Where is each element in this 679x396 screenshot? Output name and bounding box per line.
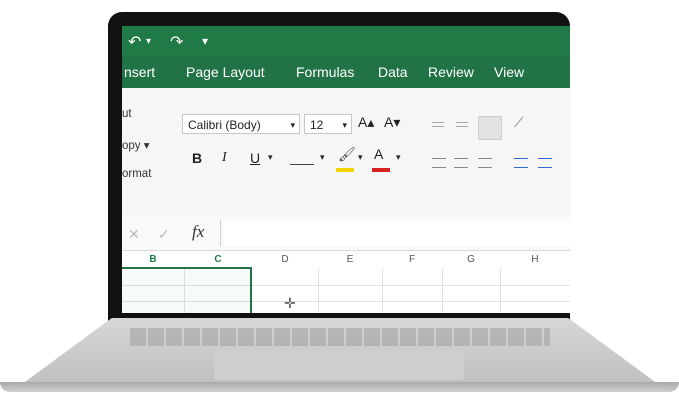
tab-insert[interactable]: nsert [124,64,155,80]
copy-button[interactable]: opy ▾ [122,138,150,152]
font-color-dropdown-icon[interactable]: ▾ [396,152,401,163]
column-header-h[interactable]: H [500,251,570,269]
tab-view[interactable]: View [494,64,524,80]
increase-indent-icon[interactable] [538,158,552,168]
align-middle-icon[interactable] [456,122,468,127]
font-color-icon[interactable]: A [374,146,383,162]
title-bar: ↶ ▾ ↷ ▾ [122,26,570,56]
orientation-icon[interactable]: ⟋ [514,114,524,131]
cut-button[interactable]: ut [122,108,132,120]
confirm-icon[interactable]: ✓ [158,226,170,243]
undo-icon[interactable]: ↶ [128,32,141,52]
formula-bar: ✕ ✓ fx [122,216,570,251]
underline-dropdown-icon[interactable]: ▾ [268,152,273,163]
formula-input[interactable] [224,220,570,246]
tab-review[interactable]: Review [428,64,474,80]
ribbon: ut opy ▾ ormat Calibri (Body) ▾ 12 ▾ A▴ … [122,88,570,217]
fill-color-icon[interactable]: 🖌 [338,146,356,163]
ribbon-tabs: nsert Page Layout Formulas Data Review V… [122,56,570,88]
trackpad [214,350,464,380]
borders-icon[interactable] [290,164,314,165]
font-size-value: 12 [310,118,324,132]
increase-font-size-button[interactable]: A▴ [358,114,374,131]
keyboard [130,328,550,346]
decrease-font-size-button[interactable]: A▾ [384,114,400,131]
column-header-f[interactable]: F [382,251,442,269]
formula-divider [220,220,221,246]
font-size-select[interactable]: 12 ▾ [304,114,352,134]
tab-formulas[interactable]: Formulas [296,64,354,80]
chevron-down-icon: ▾ [290,120,295,130]
column-gridline [382,269,383,313]
underline-button[interactable]: U [250,150,260,166]
fill-color-dropdown-icon[interactable]: ▾ [358,152,363,163]
chevron-down-icon: ▾ [342,120,347,130]
redo-icon[interactable]: ↷ [170,32,183,52]
fill-color-swatch [336,168,354,172]
laptop-front-edge [0,382,679,392]
insert-function-icon[interactable]: fx [192,222,204,242]
borders-dropdown-icon[interactable]: ▾ [320,152,325,163]
align-top-icon[interactable] [432,122,444,127]
cancel-icon[interactable]: ✕ [128,226,140,243]
column-header-d[interactable]: D [252,251,318,269]
align-bottom-icon[interactable] [478,116,502,140]
selected-range[interactable] [122,269,252,313]
italic-button[interactable]: I [222,150,227,166]
undo-dropdown-icon[interactable]: ▾ [146,36,151,47]
decrease-indent-icon[interactable] [514,158,528,168]
column-gridline [442,269,443,313]
bold-button[interactable]: B [192,150,202,166]
customize-quick-access-icon[interactable]: ▾ [202,34,208,48]
format-painter-button[interactable]: ormat [122,168,151,180]
tab-page-layout[interactable]: Page Layout [186,64,265,80]
font-name-select[interactable]: Calibri (Body) ▾ [182,114,300,134]
column-gridline [318,269,319,313]
sheet-grid: B C D E F G H ✛ [122,251,570,313]
align-left-icon[interactable] [432,158,446,168]
cell-cursor-icon: ✛ [284,295,296,311]
column-header-e[interactable]: E [318,251,382,269]
align-center-icon[interactable] [454,158,468,168]
font-color-swatch [372,168,390,172]
align-right-icon[interactable] [478,158,492,168]
column-gridline [500,269,501,313]
column-header-g[interactable]: G [442,251,500,269]
tab-data[interactable]: Data [378,64,408,80]
laptop-screen: ↶ ▾ ↷ ▾ nsert Page Layout Formulas Data … [122,26,570,313]
font-name-value: Calibri (Body) [188,118,261,132]
